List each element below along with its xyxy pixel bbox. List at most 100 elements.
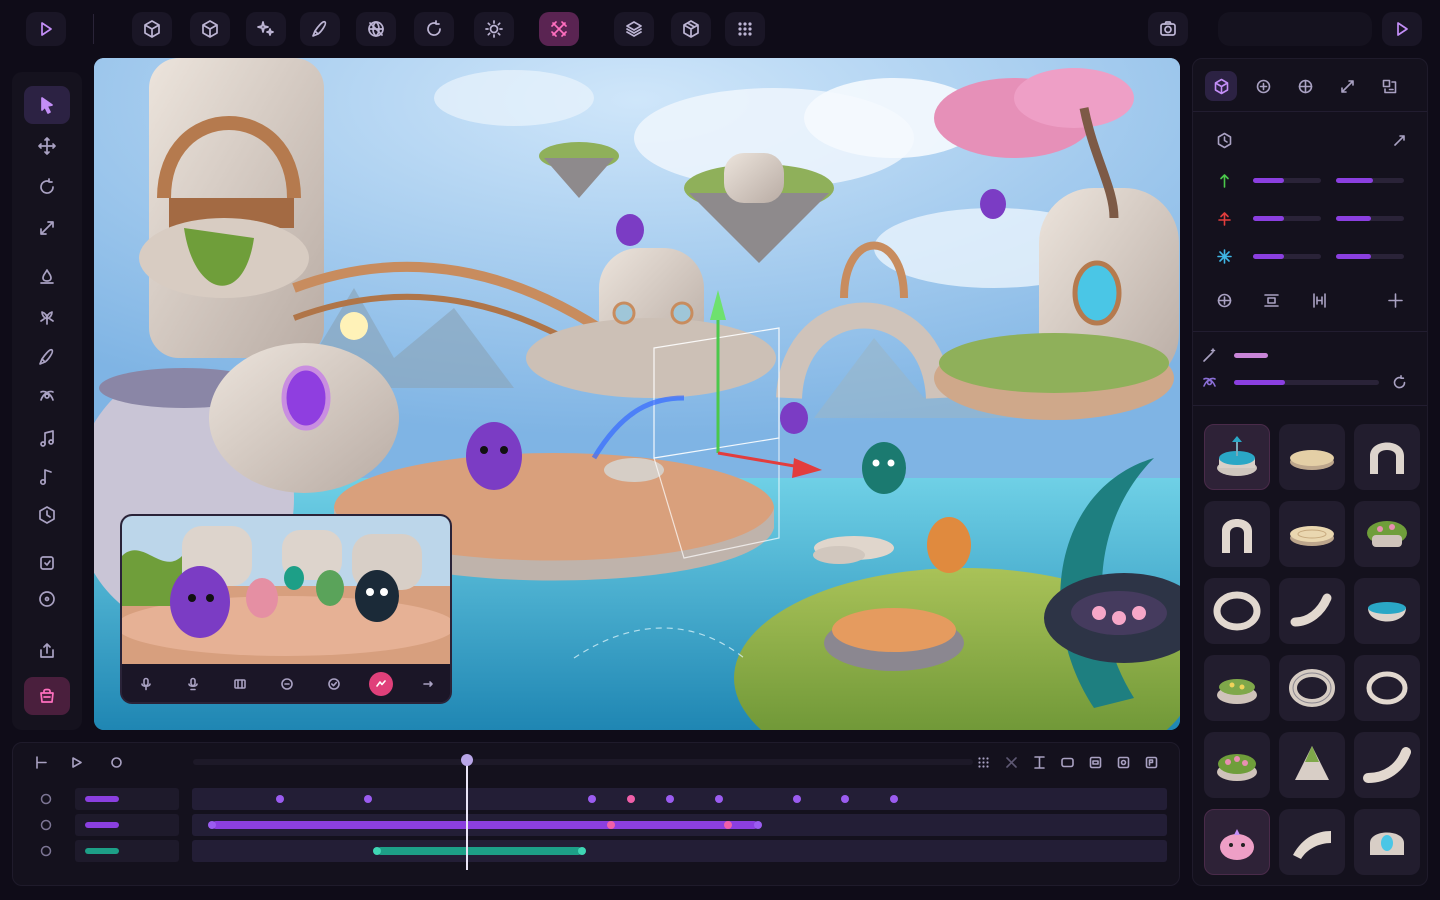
- record-button[interactable]: [369, 672, 393, 696]
- sculpt-tool[interactable]: [24, 338, 70, 376]
- search-field[interactable]: [1218, 12, 1372, 46]
- track-visibility-toggle[interactable]: [39, 844, 53, 858]
- position-slider-1[interactable]: [1253, 178, 1321, 183]
- asset-tile[interactable]: [1279, 732, 1345, 798]
- keyframe[interactable]: [714, 795, 723, 803]
- mic-button[interactable]: [134, 672, 158, 696]
- playhead[interactable]: [466, 760, 468, 870]
- keyframe[interactable]: [753, 821, 762, 829]
- track-lane[interactable]: [192, 840, 1167, 862]
- track-visibility-toggle[interactable]: [39, 818, 53, 832]
- marketplace-button[interactable]: [24, 677, 70, 715]
- asset-tile[interactable]: [1279, 655, 1345, 721]
- time-ruler[interactable]: [193, 759, 973, 765]
- physics-reset-button[interactable]: [1385, 368, 1413, 396]
- confirm-button[interactable]: [322, 672, 346, 696]
- asset-tile[interactable]: [1204, 424, 1270, 490]
- asset-tile[interactable]: [1279, 809, 1345, 875]
- keyframe[interactable]: [792, 795, 801, 803]
- keyframe[interactable]: [587, 795, 596, 803]
- keyframe[interactable]: [626, 795, 635, 803]
- distribute-horizontal-button[interactable]: [1305, 286, 1333, 314]
- keyframe[interactable]: [275, 795, 284, 803]
- more-button[interactable]: [416, 672, 440, 696]
- component-tool[interactable]: [24, 496, 70, 534]
- package-tool-button[interactable]: [671, 12, 711, 46]
- keyframe[interactable]: [578, 847, 586, 855]
- wand-slider[interactable]: [1234, 353, 1268, 358]
- scale-tool[interactable]: [24, 209, 70, 247]
- grid-sphere-tool-button[interactable]: [356, 12, 396, 46]
- keyframe[interactable]: [665, 795, 674, 803]
- asset-tile[interactable]: [1279, 424, 1345, 490]
- tab-transform[interactable]: [1289, 71, 1321, 101]
- rotation-slider-2[interactable]: [1336, 216, 1404, 221]
- snapshot-button[interactable]: [1111, 750, 1135, 774]
- tab-measure[interactable]: [1331, 71, 1363, 101]
- track-segment[interactable]: [211, 821, 758, 829]
- voice-button[interactable]: [181, 672, 205, 696]
- sparkles-tool-button[interactable]: [246, 12, 286, 46]
- timer-button[interactable]: [275, 672, 299, 696]
- asset-tile[interactable]: [1204, 501, 1270, 567]
- asset-tile[interactable]: [1354, 655, 1420, 721]
- plugin-tool[interactable]: [24, 544, 70, 582]
- grid-view-button[interactable]: [971, 750, 995, 774]
- tab-grid[interactable]: [1373, 71, 1405, 101]
- track-segment[interactable]: [377, 847, 582, 855]
- cube-tool-button[interactable]: [190, 12, 230, 46]
- apps-grid-tool-button[interactable]: [725, 12, 765, 46]
- asset-tile[interactable]: [1354, 809, 1420, 875]
- keyframe[interactable]: [890, 795, 898, 803]
- tab-add[interactable]: [1247, 71, 1279, 101]
- scale-slider-2[interactable]: [1336, 254, 1404, 259]
- film-button[interactable]: [228, 672, 252, 696]
- asset-tile[interactable]: [1204, 655, 1270, 721]
- crossed-tools-button[interactable]: [539, 12, 579, 46]
- asset-tile[interactable]: [1204, 809, 1270, 875]
- play-button[interactable]: [26, 12, 66, 46]
- asset-tile[interactable]: [1354, 732, 1420, 798]
- collapse-button[interactable]: [1385, 126, 1413, 154]
- camera-preview[interactable]: [120, 514, 452, 704]
- audio-tool[interactable]: [24, 420, 70, 458]
- asset-tile[interactable]: [1204, 578, 1270, 644]
- camera-button[interactable]: [1148, 12, 1188, 46]
- asset-tile[interactable]: [1279, 578, 1345, 644]
- rotate-tool-button[interactable]: [414, 12, 454, 46]
- track-lane[interactable]: [192, 788, 1167, 810]
- asset-tile[interactable]: [1279, 501, 1345, 567]
- keyframe[interactable]: [363, 795, 372, 803]
- select-tool[interactable]: [24, 86, 70, 124]
- asset-tile[interactable]: [1354, 578, 1420, 644]
- paint-tool[interactable]: [24, 258, 70, 296]
- keyframe[interactable]: [207, 821, 216, 829]
- trim-button[interactable]: [1027, 750, 1051, 774]
- sun-tool-button[interactable]: [474, 12, 514, 46]
- music-tool[interactable]: [24, 458, 70, 496]
- asset-tile[interactable]: [1204, 732, 1270, 798]
- asset-tile[interactable]: [1354, 501, 1420, 567]
- physics-slider[interactable]: [1234, 380, 1379, 385]
- scale-slider-1[interactable]: [1253, 254, 1321, 259]
- go-start-button[interactable]: [29, 750, 53, 774]
- rotate-tool[interactable]: [24, 168, 70, 206]
- timeline-export-button[interactable]: [1139, 750, 1163, 774]
- run-button[interactable]: [1382, 12, 1422, 46]
- clear-button[interactable]: [999, 750, 1023, 774]
- distribute-vertical-button[interactable]: [1257, 286, 1285, 314]
- track-visibility-toggle[interactable]: [39, 792, 53, 806]
- rotation-slider-1[interactable]: [1253, 216, 1321, 221]
- asset-tile[interactable]: [1354, 424, 1420, 490]
- loop-button[interactable]: [104, 750, 128, 774]
- align-center-button[interactable]: [1210, 286, 1238, 314]
- track-label[interactable]: [75, 788, 179, 810]
- position-slider-2[interactable]: [1336, 178, 1404, 183]
- physics-tool[interactable]: [24, 377, 70, 415]
- tab-object[interactable]: [1205, 71, 1237, 101]
- add-transform-button[interactable]: [1381, 286, 1409, 314]
- brush-tool-button[interactable]: [300, 12, 340, 46]
- track-label[interactable]: [75, 814, 179, 836]
- target-tool[interactable]: [24, 580, 70, 618]
- layers-tool-button[interactable]: [614, 12, 654, 46]
